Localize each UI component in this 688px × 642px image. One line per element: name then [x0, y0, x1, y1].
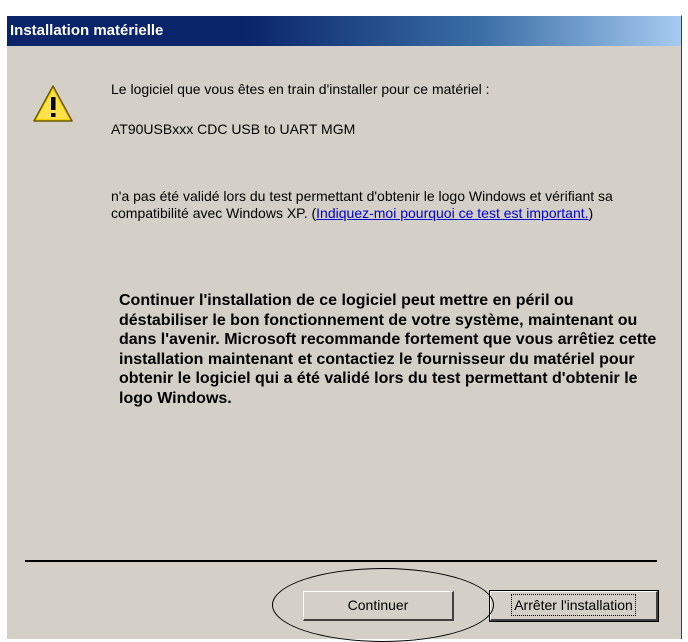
dialog-title: Installation matérielle — [10, 22, 164, 39]
why-important-link[interactable]: Indiquez-moi pourquoi ce test est import… — [316, 205, 588, 221]
title-bar[interactable]: Installation matérielle — [7, 16, 681, 46]
close-paren: ) — [588, 205, 594, 221]
separator-line — [25, 560, 657, 562]
stop-installation-button[interactable]: Arrêter l'installation — [489, 590, 659, 622]
warning-icon — [33, 85, 73, 122]
validation-message: n'a pas été validé lors du test permetta… — [111, 188, 657, 222]
continue-label: Continuer — [347, 597, 409, 613]
warning-message: Continuer l'installation de ce logiciel … — [119, 292, 657, 407]
device-name: AT90USBxxx CDC USB to UART MGM — [111, 121, 356, 137]
continue-button[interactable]: Continuer — [303, 591, 454, 621]
stop-installation-label: Arrêter l'installation — [511, 594, 636, 616]
intro-text: Le logiciel que vous êtes en train d'ins… — [111, 81, 490, 97]
